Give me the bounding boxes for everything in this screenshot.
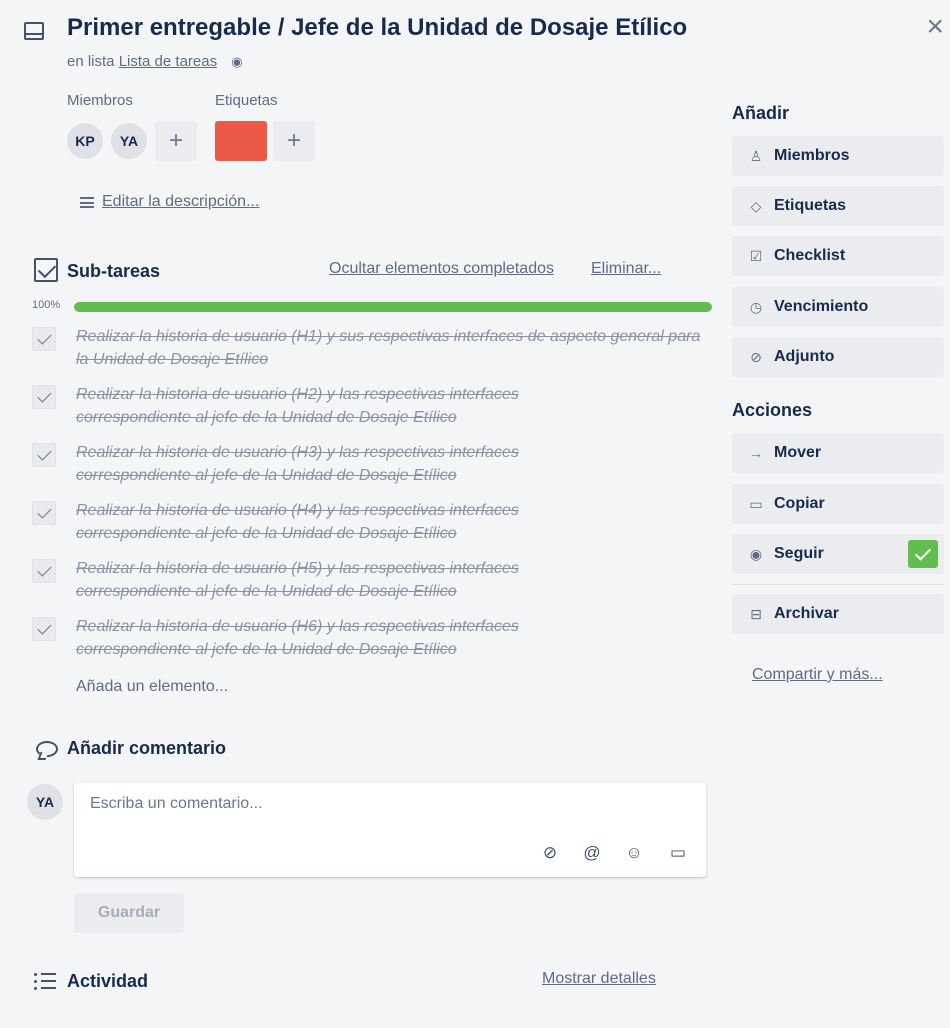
members-row: KP YA + [67,121,197,161]
attach-icon[interactable]: ⊘ [540,843,560,863]
avatar-kp[interactable]: KP [67,123,103,159]
sidebar-button-label: Adjunto [774,348,835,365]
close-icon[interactable]: × [926,12,944,42]
card-icon [24,22,44,40]
activity-icon [34,972,56,990]
checklist-item: Realizar la historia de usuario (H5) y l… [32,559,712,603]
comment-icon [36,741,58,757]
checklist-item: Realizar la historia de usuario (H3) y l… [32,443,712,487]
in-list-line: en lista Lista de tareas ◉ [67,53,243,70]
comment-box: ⊘ @ ☺ ▭ [74,783,706,877]
watching-check-icon [908,540,938,568]
checklist-item-text[interactable]: Realizar la historia de usuario (H5) y l… [76,557,576,603]
card-title[interactable]: Primer entregable / Jefe de la Unidad de… [67,14,687,42]
checklist-item: Realizar la historia de usuario (H1) y s… [32,327,712,371]
card-icon: ▭ [749,495,763,512]
label-red[interactable] [215,121,267,161]
sidebar-button-label: Copiar [774,495,825,512]
tag-icon: ◇ [750,197,762,214]
comment-input[interactable] [90,795,680,835]
description-icon [80,196,94,208]
checklist-item-checkbox[interactable] [32,559,56,583]
edit-description-link[interactable]: Editar la descripción... [80,193,259,211]
sidebar-button-label: Miembros [774,147,850,164]
emoji-icon[interactable]: ☺ [624,843,644,863]
comment-title: Añadir comentario [67,738,227,758]
sidebar-copy-button[interactable]: ▭ Copiar [732,484,944,524]
checklist-title[interactable]: Sub-tareas [67,261,160,282]
edit-description-text: Editar la descripción... [102,193,260,210]
checklist-item-checkbox[interactable] [32,443,56,467]
labels-row: + [215,121,315,161]
sidebar-move-button[interactable]: → Mover [732,433,944,473]
sidebar-button-label: Checklist [774,247,846,264]
person-icon: ♙ [749,147,763,164]
labels-label: Etiquetas [215,92,278,109]
sidebar-archive-button[interactable]: ⊟ Archivar [732,594,944,634]
progress-percent: 100% [32,299,61,311]
checklist-item-text[interactable]: Realizar la historia de usuario (H1) y s… [76,325,712,371]
checklist-item-checkbox[interactable] [32,617,56,641]
arrow-right-icon: → [749,445,763,461]
actions-heading: Acciones [732,400,813,420]
show-details-link[interactable]: Mostrar detalles [542,970,656,988]
checklist-item-text[interactable]: Realizar la historia de usuario (H3) y l… [76,441,576,487]
checklist-item: Realizar la historia de usuario (H2) y l… [32,385,712,429]
add-label-button[interactable]: + [273,121,315,161]
paperclip-icon: ⊘ [750,348,762,365]
archive-icon: ⊟ [750,605,762,622]
checklist-item: Realizar la historia de usuario (H6) y l… [32,617,712,661]
sidebar-labels-button[interactable]: ◇ Etiquetas [732,186,944,226]
checklist-item-checkbox[interactable] [32,501,56,525]
progress-fill [74,302,712,312]
add-member-button[interactable]: + [155,121,197,161]
avatar-ya[interactable]: YA [111,123,147,159]
in-list-prefix: en lista [67,53,115,70]
sidebar-divider [732,584,944,585]
sidebar-button-label: Archivar [774,605,839,622]
checklist-item-text[interactable]: Realizar la historia de usuario (H2) y l… [76,383,576,429]
mention-icon[interactable]: @ [582,843,602,863]
sidebar-watch-button[interactable]: ◉ Seguir [732,534,944,574]
progress-bar [74,302,712,312]
checklist-item-checkbox[interactable] [32,327,56,351]
sidebar-button-label: Etiquetas [774,197,847,214]
sidebar-button-label: Vencimiento [774,298,869,315]
sidebar-button-label: Seguir [774,545,824,562]
members-label: Miembros [67,92,133,109]
sidebar-checklist-button[interactable]: ☑ Checklist [732,236,944,276]
sidebar-members-button[interactable]: ♙ Miembros [732,136,944,176]
checklist-item-text[interactable]: Realizar la historia de usuario (H4) y l… [76,499,576,545]
share-and-more-link[interactable]: Compartir y más... [752,666,883,684]
avatar-ya-comment[interactable]: YA [27,784,63,820]
hide-completed-link[interactable]: Ocultar elementos completados [329,260,554,278]
checklist-icon [34,258,58,282]
checklist-item-text[interactable]: Realizar la historia de usuario (H6) y l… [76,615,576,661]
clock-icon: ◷ [749,298,763,315]
delete-checklist-link[interactable]: Eliminar... [591,260,661,278]
eye-icon: ◉ [749,545,763,562]
sidebar-attachment-button[interactable]: ⊘ Adjunto [732,337,944,377]
save-comment-button[interactable]: Guardar [74,893,184,933]
card-attach-icon[interactable]: ▭ [668,843,688,863]
add-checklist-item[interactable]: Añada un elemento... [76,678,228,696]
activity-title: Actividad [67,971,149,991]
add-heading: Añadir [732,103,790,123]
checkbox-icon: ☑ [749,247,763,264]
checklist-item: Realizar la historia de usuario (H4) y l… [32,501,712,545]
sidebar-button-label: Mover [774,444,822,461]
sidebar-due-date-button[interactable]: ◷ Vencimiento [732,287,944,327]
list-name-link[interactable]: Lista de tareas [119,53,217,70]
checklist-item-checkbox[interactable] [32,385,56,409]
eye-icon: ◉ [231,54,243,69]
